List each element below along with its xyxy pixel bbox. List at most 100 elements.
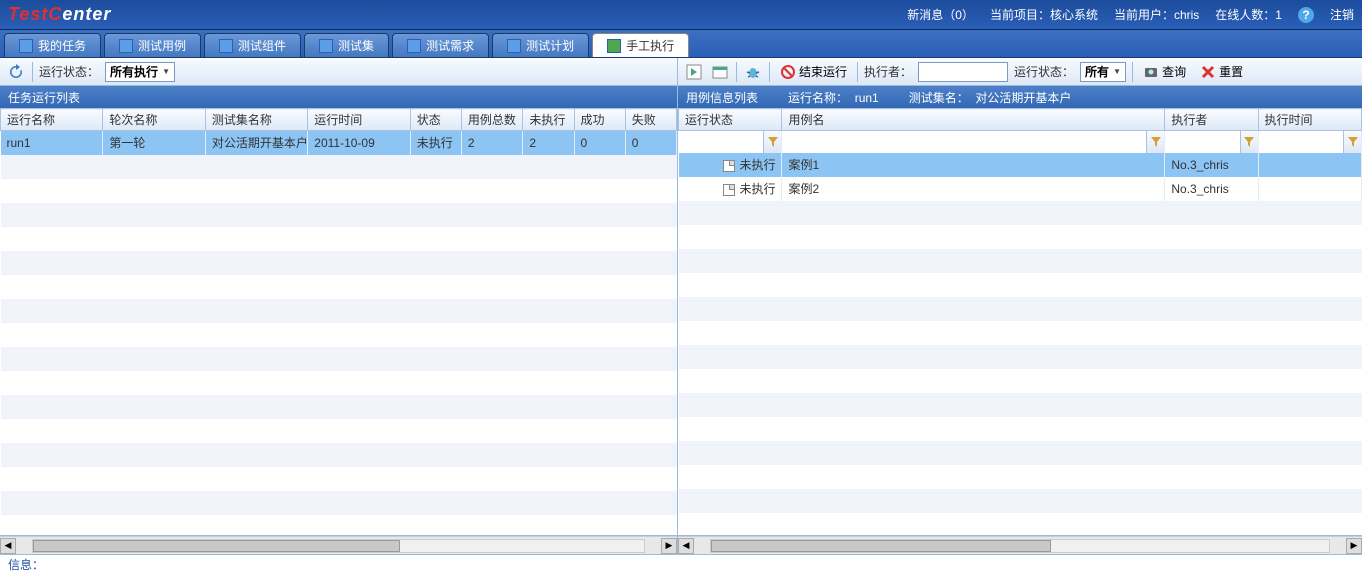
tab-label: 手工执行 [626, 37, 674, 54]
empty-row [679, 441, 1362, 465]
open-icon[interactable] [710, 62, 730, 82]
task-run-grid[interactable]: 运行名称轮次名称测试集名称运行时间状态用例总数未执行成功失败run1第一轮对公活… [0, 108, 677, 536]
tab-5[interactable]: 测试计划 [492, 33, 589, 57]
right-panel: 结束运行 执行者： 运行状态： 所有 查询 重置 用例信息列表 运行名称： ru… [678, 58, 1362, 554]
column-header[interactable]: 用例名 [782, 109, 1165, 131]
empty-row [679, 249, 1362, 273]
executor-input[interactable] [918, 62, 1008, 82]
empty-row [1, 491, 677, 515]
query-button[interactable]: 查询 [1139, 63, 1190, 80]
right-status-select[interactable]: 所有 [1080, 62, 1126, 82]
column-header[interactable]: 运行名称 [1, 109, 103, 131]
online-count: 在线人数：1 [1215, 6, 1282, 23]
empty-row [1, 371, 677, 395]
filter-input[interactable] [1259, 132, 1344, 152]
column-header[interactable]: 成功 [574, 109, 625, 131]
right-status-label: 运行状态： [1014, 63, 1074, 80]
right-panel-title: 用例信息列表 运行名称： run1 测试集名： 对公活期开基本户 [678, 86, 1362, 108]
filter-icon[interactable] [763, 131, 781, 153]
filter-icon[interactable] [1240, 131, 1258, 153]
column-header[interactable]: 轮次名称 [103, 109, 205, 131]
tab-icon [407, 39, 421, 53]
right-toolbar: 结束运行 执行者： 运行状态： 所有 查询 重置 [678, 58, 1362, 86]
empty-row [679, 321, 1362, 345]
empty-row [1, 419, 677, 443]
column-header[interactable]: 运行时间 [308, 109, 410, 131]
tab-label: 测试需求 [426, 37, 474, 54]
column-header[interactable]: 执行者 [1165, 109, 1258, 131]
column-header[interactable]: 运行状态 [679, 109, 782, 131]
new-messages[interactable]: 新消息（0） [907, 6, 974, 23]
filter-icon[interactable] [1146, 131, 1164, 153]
empty-row [1, 227, 677, 251]
empty-row [1, 179, 677, 203]
logout-link[interactable]: 注销 [1330, 6, 1354, 23]
left-panel: 运行状态： 所有执行 任务运行列表 运行名称轮次名称测试集名称运行时间状态用例总… [0, 58, 678, 554]
refresh-icon[interactable] [6, 62, 26, 82]
status-filter-label: 运行状态： [39, 63, 99, 80]
case-info-grid[interactable]: 运行状态用例名执行者执行时间未执行案例1No.3_chris未执行案例2No.3… [678, 108, 1362, 536]
tab-3[interactable]: 测试集 [304, 33, 389, 57]
filter-input[interactable] [782, 132, 1146, 152]
bug-icon[interactable] [743, 62, 763, 82]
tab-label: 测试组件 [238, 37, 286, 54]
empty-row [1, 347, 677, 371]
status-bar: 信息： [0, 554, 1362, 574]
main-tabs: 我的任务测试用例 测试组件 测试集 测试需求 测试计划 手工执行 [0, 30, 1362, 58]
column-header[interactable]: 状态 [410, 109, 461, 131]
tab-4[interactable]: 测试需求 [392, 33, 489, 57]
empty-row [1, 203, 677, 227]
empty-row [1, 323, 677, 347]
document-icon [723, 160, 735, 172]
empty-row [679, 393, 1362, 417]
executor-label: 执行者： [864, 63, 912, 80]
status-filter-select[interactable]: 所有执行 [105, 62, 175, 82]
tab-icon [607, 39, 621, 53]
empty-row [679, 345, 1362, 369]
tab-2[interactable]: 测试组件 [204, 33, 301, 57]
document-icon [723, 184, 735, 196]
column-header[interactable]: 用例总数 [461, 109, 522, 131]
current-project: 当前项目：核心系统 [990, 6, 1098, 23]
current-user: 当前用户：chris [1114, 6, 1199, 23]
left-panel-title: 任务运行列表 [0, 86, 677, 108]
column-header[interactable]: 失败 [625, 109, 676, 131]
app-header: TestCenter 新消息（0） 当前项目：核心系统 当前用户：chris 在… [0, 0, 1362, 30]
empty-row [679, 369, 1362, 393]
tab-label: 测试集 [338, 37, 374, 54]
column-header[interactable]: 测试集名称 [205, 109, 307, 131]
tab-label: 测试计划 [526, 37, 574, 54]
tab-6[interactable]: 手工执行 [592, 33, 689, 57]
help-icon[interactable]: ? [1298, 7, 1314, 23]
left-toolbar: 运行状态： 所有执行 [0, 58, 677, 86]
empty-row [1, 299, 677, 323]
filter-row [679, 131, 1362, 153]
tab-icon [119, 39, 133, 53]
empty-row [1, 395, 677, 419]
filter-input[interactable] [1165, 132, 1239, 152]
table-row[interactable]: 未执行案例1No.3_chris [679, 153, 1362, 177]
empty-row [1, 275, 677, 299]
app-logo: TestCenter [8, 4, 111, 25]
tab-1[interactable]: 测试用例 [104, 33, 201, 57]
table-row[interactable]: 未执行案例2No.3_chris [679, 177, 1362, 201]
tab-icon [319, 39, 333, 53]
empty-row [1, 251, 677, 275]
column-header[interactable]: 未执行 [523, 109, 574, 131]
empty-row [1, 443, 677, 467]
end-run-button[interactable]: 结束运行 [776, 63, 851, 80]
empty-row [1, 467, 677, 491]
execute-icon[interactable] [684, 62, 704, 82]
filter-input[interactable] [679, 132, 764, 152]
empty-row [679, 201, 1362, 225]
right-hscroll[interactable]: ◀▶ [678, 536, 1362, 554]
left-hscroll[interactable]: ◀▶ [0, 536, 677, 554]
tab-icon [19, 39, 33, 53]
table-row[interactable]: run1第一轮对公活期开基本户2011-10-09未执行2200 [1, 131, 677, 155]
filter-icon[interactable] [1343, 131, 1361, 153]
tab-0[interactable]: 我的任务 [4, 33, 101, 57]
empty-row [679, 273, 1362, 297]
reset-button[interactable]: 重置 [1196, 63, 1247, 80]
empty-row [1, 155, 677, 179]
column-header[interactable]: 执行时间 [1258, 109, 1362, 131]
